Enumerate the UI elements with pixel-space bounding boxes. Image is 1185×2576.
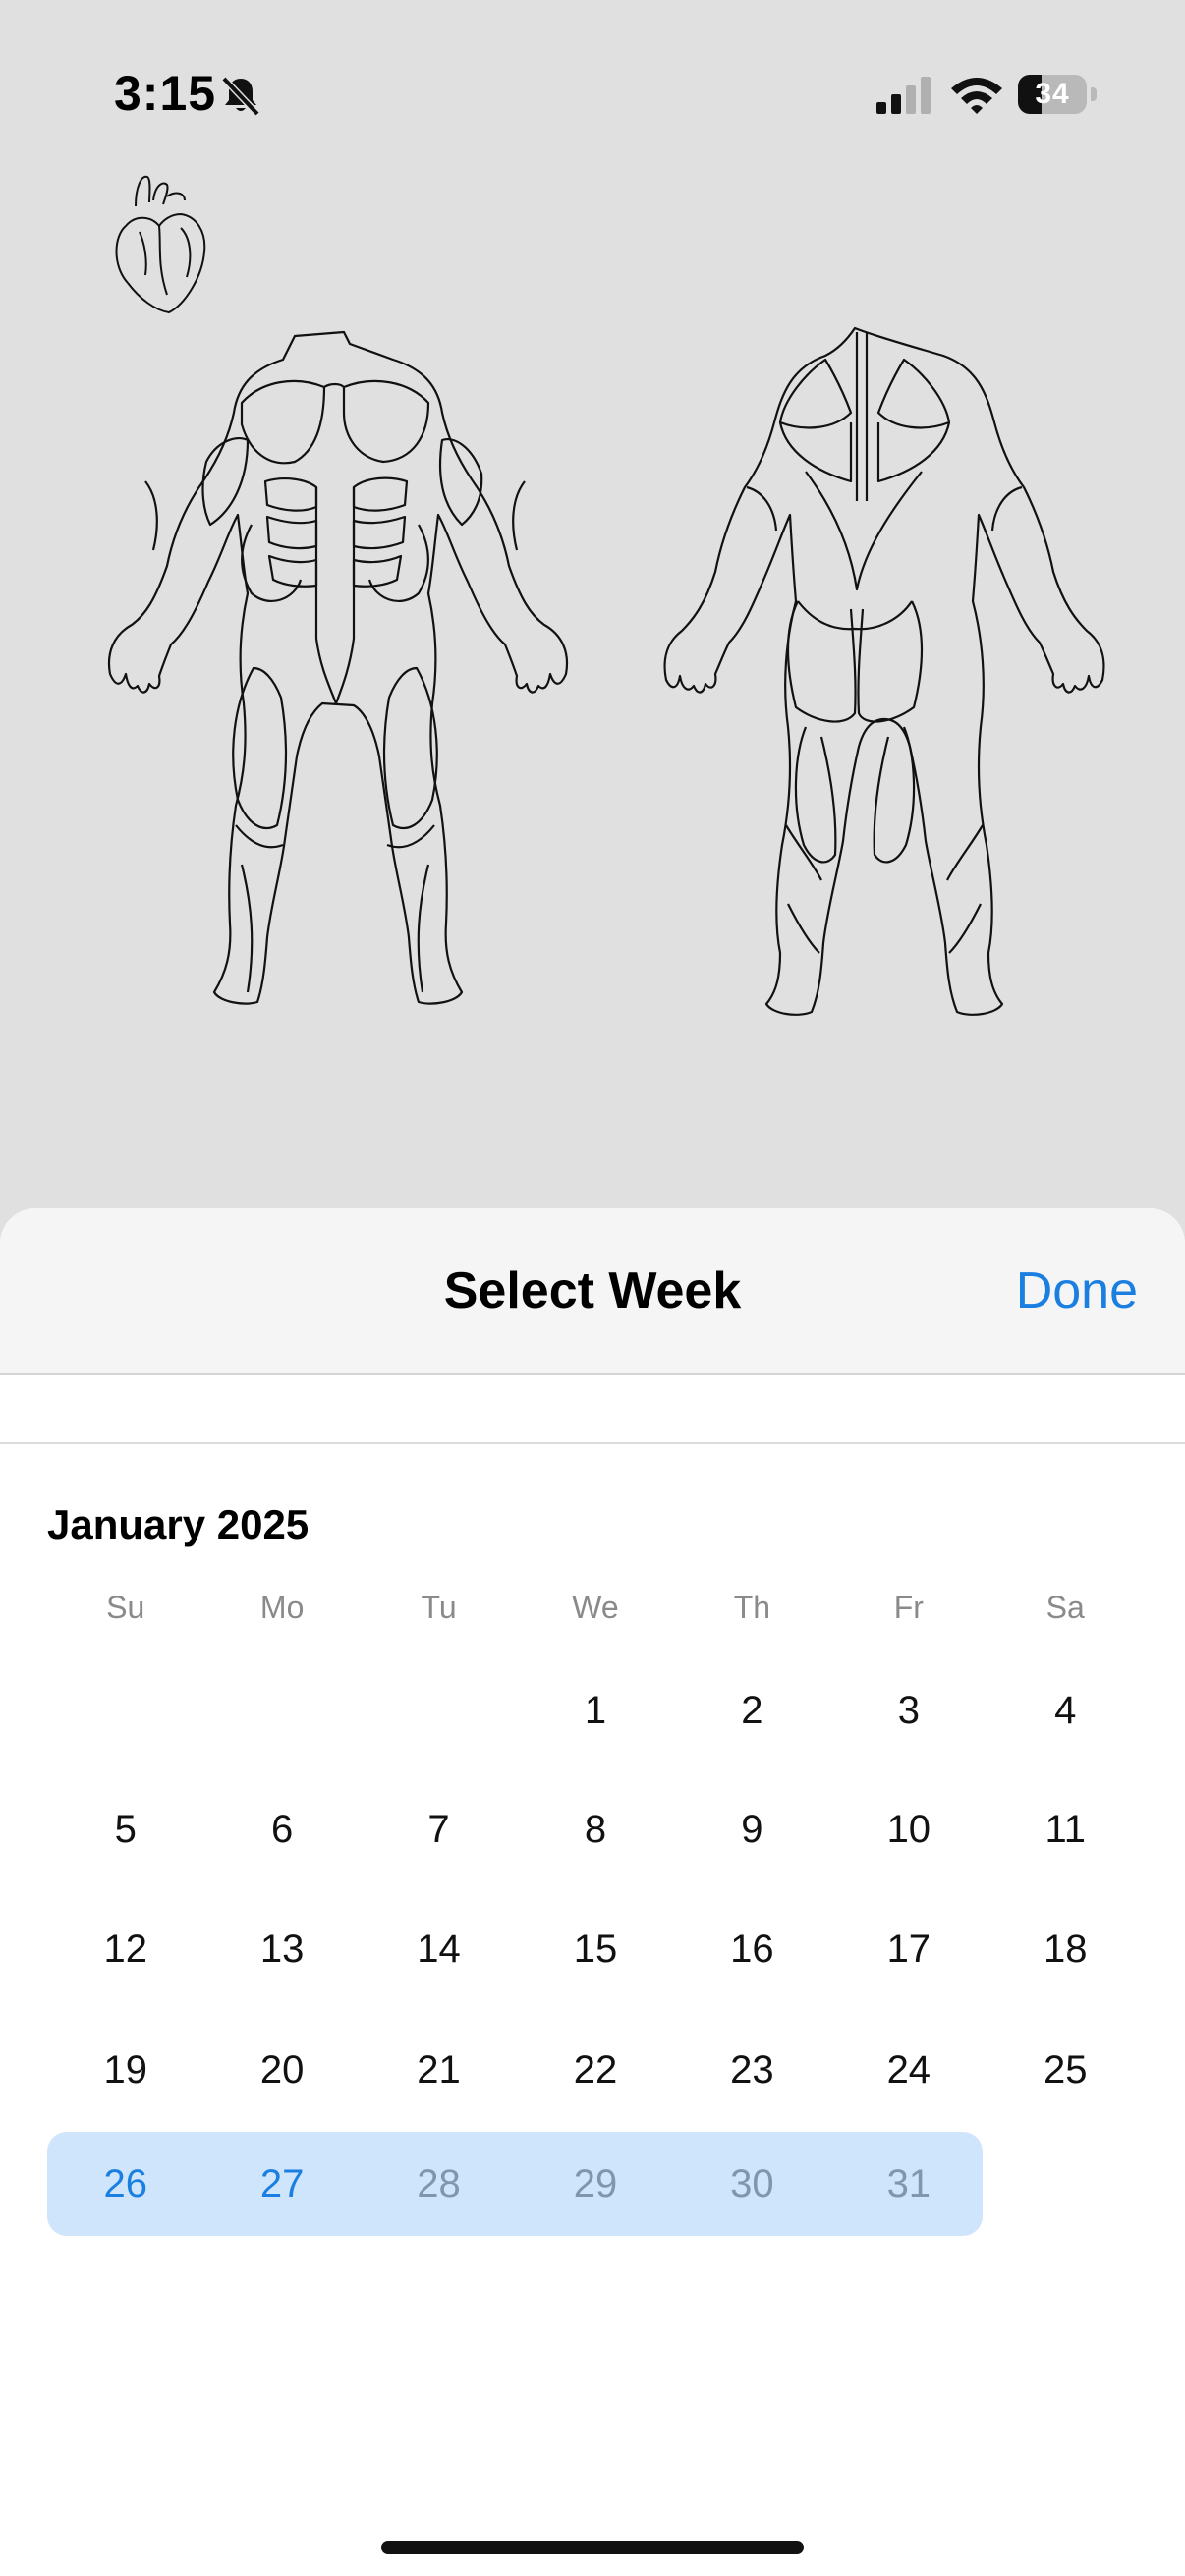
weekday-label: Mo (259, 1590, 305, 1625)
calendar-day[interactable]: 7 (361, 1777, 517, 1881)
month-label: January 2025 (47, 1501, 310, 1547)
weekday-label: Th (733, 1590, 771, 1625)
calendar-day[interactable]: 25 (988, 2018, 1144, 2122)
calendar-day-selected[interactable]: 31 (830, 2132, 987, 2236)
status-bar: 3:15 34 (0, 0, 1185, 187)
body-back-outline (663, 326, 1105, 1016)
weekday-header: Su Mo Tu We Th Fr Sa (47, 1590, 1144, 1639)
calendar-day (47, 1658, 203, 1763)
week-row: 12 13 14 15 16 17 18 (47, 1897, 1144, 2001)
bell-slash-icon (221, 76, 260, 117)
done-button[interactable]: Done (1016, 1261, 1138, 1320)
calendar-day[interactable]: 20 (203, 2018, 360, 2122)
home-indicator[interactable] (381, 2541, 804, 2554)
weekday-label: Fr (893, 1590, 924, 1625)
calendar-day (988, 2132, 1144, 2236)
divider (0, 1442, 1185, 1444)
weekday-label: Sa (1045, 1590, 1085, 1625)
calendar-day[interactable]: 12 (47, 1897, 203, 2001)
calendar-day[interactable]: 16 (674, 1897, 830, 2001)
calendar-day[interactable]: 5 (47, 1777, 203, 1881)
sheet-title: Select Week (443, 1262, 742, 1319)
calendar-day[interactable]: 6 (203, 1777, 360, 1881)
calendar-day[interactable]: 21 (361, 2018, 517, 2122)
week-row: 5 6 7 8 9 10 11 (47, 1777, 1144, 1881)
weekday-label: We (572, 1590, 619, 1625)
calendar-day[interactable]: 8 (517, 1777, 673, 1881)
body-front-outline (107, 330, 569, 1005)
calendar-day[interactable]: 1 (517, 1658, 673, 1763)
wifi-icon (951, 78, 1002, 114)
calendar-day[interactable]: 3 (830, 1658, 987, 1763)
calendar-day (203, 1658, 360, 1763)
calendar-day[interactable]: 15 (517, 1897, 673, 2001)
calendar-day[interactable]: 13 (203, 1897, 360, 2001)
calendar-day[interactable]: 22 (517, 2018, 673, 2122)
calendar-day[interactable]: 11 (988, 1777, 1144, 1881)
calendar-day[interactable]: 9 (674, 1777, 830, 1881)
week-row-selected: 26 27 28 29 30 31 (47, 2132, 1144, 2236)
week-row: 19 20 21 22 23 24 25 (47, 2018, 1144, 2122)
calendar-day[interactable]: 17 (830, 1897, 987, 2001)
calendar-day[interactable]: 14 (361, 1897, 517, 2001)
week-row: 1 2 3 4 (47, 1658, 1144, 1763)
calendar-day[interactable]: 18 (988, 1897, 1144, 2001)
calendar-day-selected[interactable]: 27 (203, 2132, 360, 2236)
calendar-day (361, 1658, 517, 1763)
calendar-day-selected[interactable]: 26 (47, 2132, 203, 2236)
calendar-day-selected[interactable]: 28 (361, 2132, 517, 2236)
calendar-day[interactable]: 24 (830, 2018, 987, 2122)
calendar-day[interactable]: 4 (988, 1658, 1144, 1763)
calendar-day-selected[interactable]: 30 (674, 2132, 830, 2236)
weekday-label: Su (106, 1590, 145, 1625)
sheet-header: Select Week Done (0, 1208, 1185, 1375)
calendar-day[interactable]: 19 (47, 2018, 203, 2122)
calendar-day[interactable]: 23 (674, 2018, 830, 2122)
cellular-signal-icon (876, 77, 931, 114)
weekday-label: Tu (421, 1590, 457, 1625)
calendar-day[interactable]: 2 (674, 1658, 830, 1763)
muscle-body-illustration (107, 326, 1105, 1016)
select-week-sheet: Select Week Done January 2025 Su Mo Tu W… (0, 1208, 1185, 2576)
battery-level: 34 (1035, 78, 1070, 110)
status-time: 3:15 (114, 66, 217, 121)
calendar-day-selected[interactable]: 29 (517, 2132, 673, 2236)
battery-icon: 34 (1018, 75, 1097, 118)
calendar-day[interactable]: 10 (830, 1777, 987, 1881)
heart-outline-icon (115, 175, 206, 314)
